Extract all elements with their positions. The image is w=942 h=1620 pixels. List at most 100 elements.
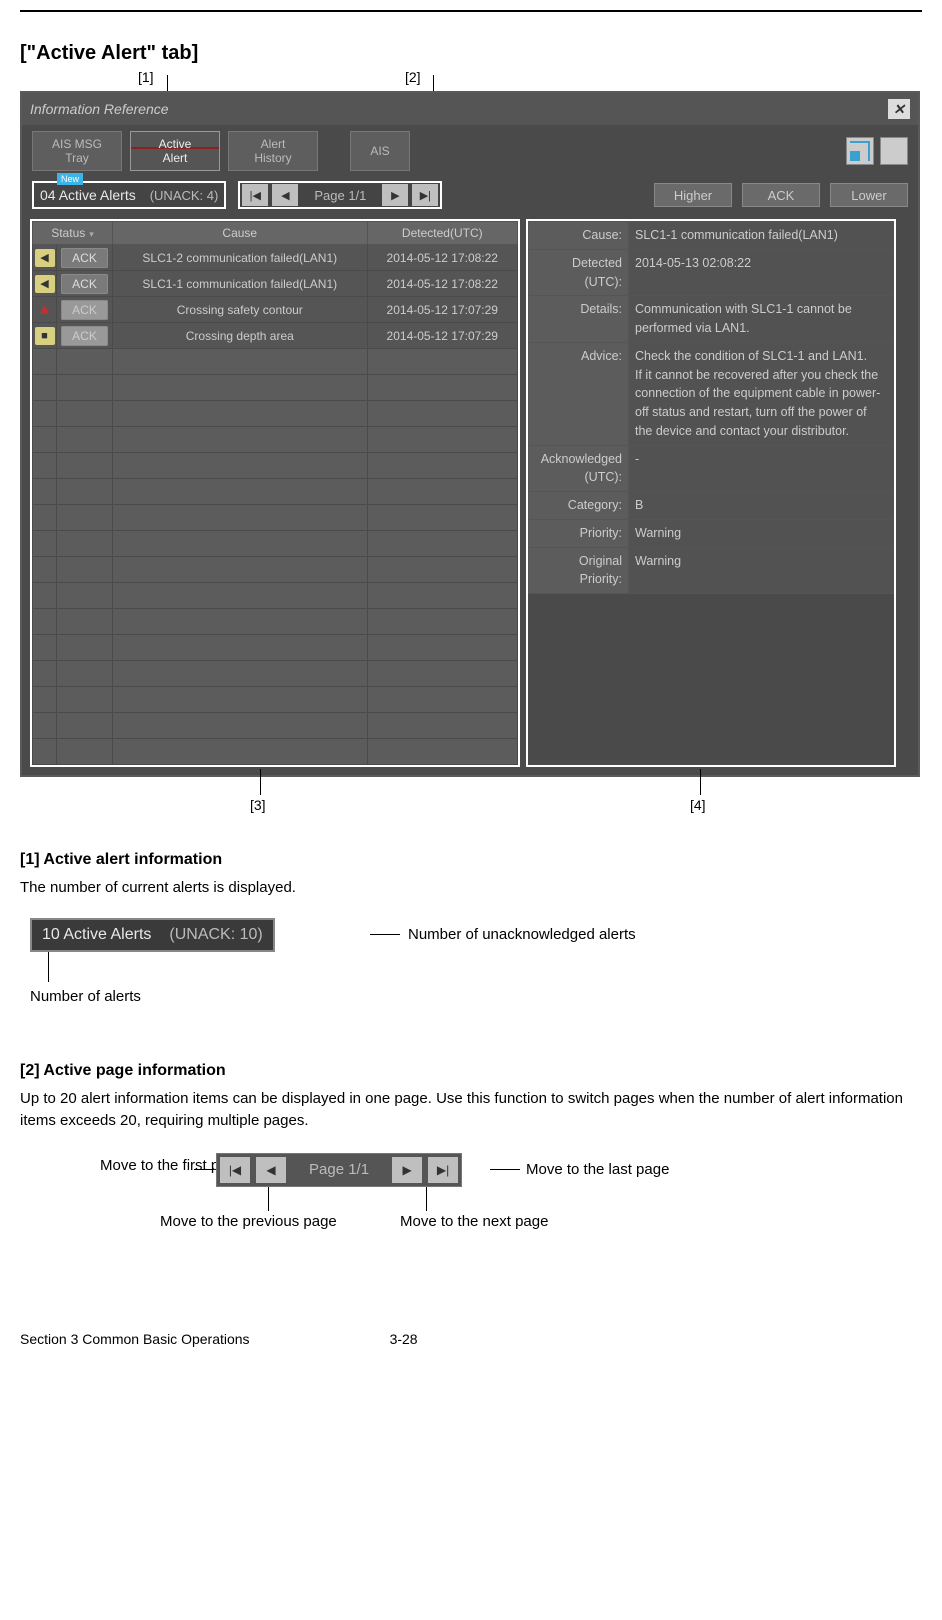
tab-ais[interactable]: AIS (350, 131, 410, 171)
footer-page: 3-28 (390, 1331, 418, 1347)
table-row (33, 427, 518, 453)
table-row[interactable]: ◀ ACK SLC1-2 communication failed(LAN1) … (33, 245, 518, 271)
detail-val-details: Communication with SLC1-1 cannot be perf… (629, 296, 894, 343)
detail-key-cause: Cause: (529, 222, 629, 250)
row-detected: 2014-05-12 17:08:22 (367, 245, 517, 271)
detail-val-advice: Check the condition of SLC1-1 and LAN1. … (629, 342, 894, 445)
prev-page-button[interactable]: ◀ (272, 184, 298, 206)
page-label: Page 1/1 (289, 1161, 389, 1178)
note-prev-page: Move to the previous page (160, 1213, 337, 1230)
table-row[interactable]: ■ ACK Crossing depth area 2014-05-12 17:… (33, 323, 518, 349)
col-status[interactable]: Status▾ (33, 222, 113, 245)
mini-active-alerts-panel: 10 Active Alerts (UNACK: 10) (30, 918, 275, 952)
callout-row-bottom: [3] [4] (20, 777, 922, 817)
close-button[interactable]: ✕ (888, 99, 910, 119)
detail-val-acknowledged: - (629, 445, 894, 492)
table-row (33, 713, 518, 739)
note-last-page: Move to the last page (526, 1161, 669, 1178)
active-alerts-count: 04 Active Alerts (40, 187, 136, 203)
row-cause: Crossing safety contour (113, 297, 368, 323)
unack-count: (UNACK: 4) (150, 188, 219, 203)
col-cause[interactable]: Cause (113, 222, 368, 245)
detail-key-detected: Detected (UTC): (529, 249, 629, 296)
tab-active-alert[interactable]: Active Alert (130, 131, 220, 171)
detail-val-priority: Warning (629, 519, 894, 547)
close-icon: ✕ (893, 101, 905, 118)
alert-detail-panel: Cause: SLC1-1 communication failed(LAN1)… (526, 219, 896, 767)
table-row (33, 375, 518, 401)
note-next-page: Move to the next page (400, 1213, 548, 1230)
detail-key-orig-priority: Original Priority: (529, 547, 629, 594)
row-ack-button[interactable]: ACK (61, 300, 108, 320)
pager-demo: |◀ ◀ Page 1/1 ▶ ▶| (216, 1153, 462, 1187)
window-title: Information Reference (30, 101, 169, 117)
lower-button[interactable]: Lower (830, 183, 908, 207)
next-page-button[interactable]: ▶ (392, 1157, 422, 1183)
col-detected[interactable]: Detected(UTC) (367, 222, 517, 245)
page-footer: Section 3 Common Basic Operations 3-28 (20, 1331, 922, 1347)
exp1-body: The number of current alerts is displaye… (20, 877, 922, 900)
detail-val-orig-priority: Warning (629, 547, 894, 594)
tabs-row: AIS MSG Tray Active Alert Alert History … (22, 125, 918, 177)
table-row (33, 687, 518, 713)
callout-3: [3] (250, 797, 266, 813)
table-row (33, 479, 518, 505)
table-row[interactable]: ▲ ACK Crossing safety contour 2014-05-12… (33, 297, 518, 323)
row-detected: 2014-05-12 17:08:22 (367, 271, 517, 297)
section-title: ["Active Alert" tab] (20, 42, 922, 65)
alert-caution-icon: ◀ (35, 249, 55, 267)
pager: |◀ ◀ Page 1/1 ▶ ▶| (238, 181, 442, 209)
alert-warning-icon: ■ (35, 327, 55, 345)
tab-alert-history[interactable]: Alert History (228, 131, 318, 171)
table-row (33, 661, 518, 687)
exp2-body: Up to 20 alert information items can be … (20, 1088, 922, 1133)
table-row[interactable]: ◀ ACK SLC1-1 communication failed(LAN1) … (33, 271, 518, 297)
exp2-heading: [2] Active page information (20, 1062, 922, 1080)
row-cause: Crossing depth area (113, 323, 368, 349)
table-row (33, 739, 518, 765)
detail-key-acknowledged: Acknowledged (UTC): (529, 445, 629, 492)
exp1-heading: [1] Active alert information (20, 851, 922, 869)
table-row (33, 583, 518, 609)
info-reference-panel: Information Reference ✕ AIS MSG Tray Act… (20, 91, 920, 777)
last-page-button[interactable]: ▶| (412, 184, 438, 206)
layout-toggle-icon[interactable] (846, 137, 874, 165)
note-unack: Number of unacknowledged alerts (408, 926, 636, 943)
next-page-button[interactable]: ▶ (382, 184, 408, 206)
layout-box-icon[interactable] (880, 137, 908, 165)
last-page-icon: ▶| (437, 1163, 449, 1177)
detail-val-category: B (629, 492, 894, 520)
row-ack-button[interactable]: ACK (61, 326, 108, 346)
callout-2: [2] (405, 69, 421, 85)
detail-key-advice: Advice: (529, 342, 629, 445)
note-first-page: Move to the first page (100, 1157, 190, 1174)
last-page-button[interactable]: ▶| (428, 1157, 458, 1183)
alert-alarm-icon: ▲ (35, 301, 55, 319)
higher-button[interactable]: Higher (654, 183, 732, 207)
prev-page-icon: ◀ (281, 189, 289, 202)
table-row (33, 453, 518, 479)
mini-alert-count: 10 Active Alerts (42, 926, 151, 944)
table-row (33, 349, 518, 375)
prev-page-button[interactable]: ◀ (256, 1157, 286, 1183)
content-row: Status▾ Cause Detected(UTC) ◀ ACK SLC1-2… (22, 219, 918, 775)
first-page-icon: |◀ (250, 189, 261, 202)
row-cause: SLC1-1 communication failed(LAN1) (113, 271, 368, 297)
tab-ais-msg-tray[interactable]: AIS MSG Tray (32, 131, 122, 171)
first-page-button[interactable]: |◀ (220, 1157, 250, 1183)
row-ack-button[interactable]: ACK (61, 274, 108, 294)
last-page-icon: ▶| (420, 189, 431, 202)
detail-val-cause: SLC1-1 communication failed(LAN1) (629, 222, 894, 250)
table-row (33, 609, 518, 635)
callout-row-top: [1] [2] (20, 69, 922, 91)
note-num-alerts: Number of alerts (30, 988, 141, 1005)
row-cause: SLC1-2 communication failed(LAN1) (113, 245, 368, 271)
callout-4: [4] (690, 797, 706, 813)
alerts-table: Status▾ Cause Detected(UTC) ◀ ACK SLC1-2… (30, 219, 520, 767)
row-detected: 2014-05-12 17:07:29 (367, 323, 517, 349)
ack-button[interactable]: ACK (742, 183, 820, 207)
first-page-button[interactable]: |◀ (242, 184, 268, 206)
row-ack-button[interactable]: ACK (61, 248, 108, 268)
prev-page-icon: ◀ (266, 1163, 275, 1177)
table-row (33, 505, 518, 531)
